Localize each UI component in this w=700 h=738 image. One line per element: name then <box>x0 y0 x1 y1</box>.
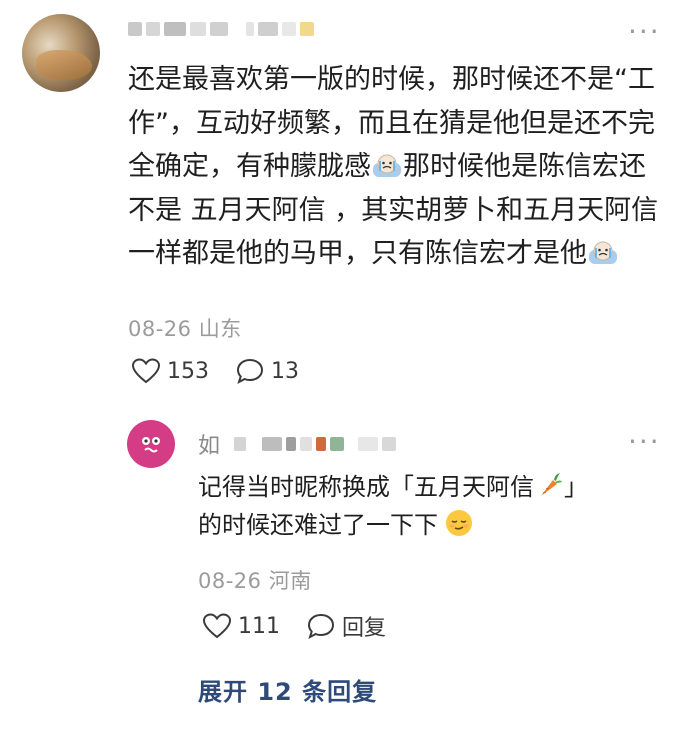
reply-like-count: 111 <box>238 613 280 639</box>
more-options-icon[interactable]: ··· <box>628 18 661 46</box>
heart-icon <box>131 358 161 384</box>
reply-user-avatar[interactable] <box>127 420 175 468</box>
comment-bubble-icon <box>236 358 264 385</box>
face-avatar-icon <box>142 437 160 453</box>
reply-text: 记得当时昵称换成「五月天阿信 」 的时候还难过了一下下 <box>198 473 588 539</box>
comment-actions: 153 13 <box>131 357 325 385</box>
crying-emoji-icon <box>373 154 401 177</box>
like-button[interactable]: 153 <box>131 357 209 385</box>
username-blurred[interactable] <box>128 22 314 36</box>
comment-text: 还是最喜欢第一版的时候，那时候还不是“工作”，互动好频繁，而且在猜是他但是还不完… <box>128 64 659 269</box>
reply-username-first-char: 如 <box>198 434 221 459</box>
comment-bubble-icon <box>307 613 335 640</box>
heart-icon <box>202 613 232 639</box>
relieved-face-emoji-icon <box>446 510 472 536</box>
reply-username-blurred[interactable]: 如 <box>198 428 397 460</box>
reply-date-location: 08-26 河南 <box>198 569 312 593</box>
reply-actions: 111 回复 <box>202 610 412 642</box>
expand-replies-link[interactable]: 展开 12 条回复 <box>198 672 377 707</box>
like-count: 153 <box>167 358 209 384</box>
reply-count: 13 <box>271 358 299 384</box>
user-avatar[interactable] <box>22 14 100 92</box>
comment-button[interactable]: 13 <box>235 357 299 385</box>
reply-like-button[interactable]: 111 <box>202 612 280 640</box>
comment-date-location: 08-26 山东 <box>128 317 242 341</box>
crying-emoji-icon <box>589 241 617 264</box>
reply-reply-button[interactable]: 回复 <box>306 610 386 642</box>
reply-action-label: 回复 <box>342 616 387 641</box>
carrot-emoji-icon <box>541 473 562 496</box>
reply-more-options-icon[interactable]: ··· <box>628 428 661 456</box>
avatar-image <box>36 50 92 80</box>
